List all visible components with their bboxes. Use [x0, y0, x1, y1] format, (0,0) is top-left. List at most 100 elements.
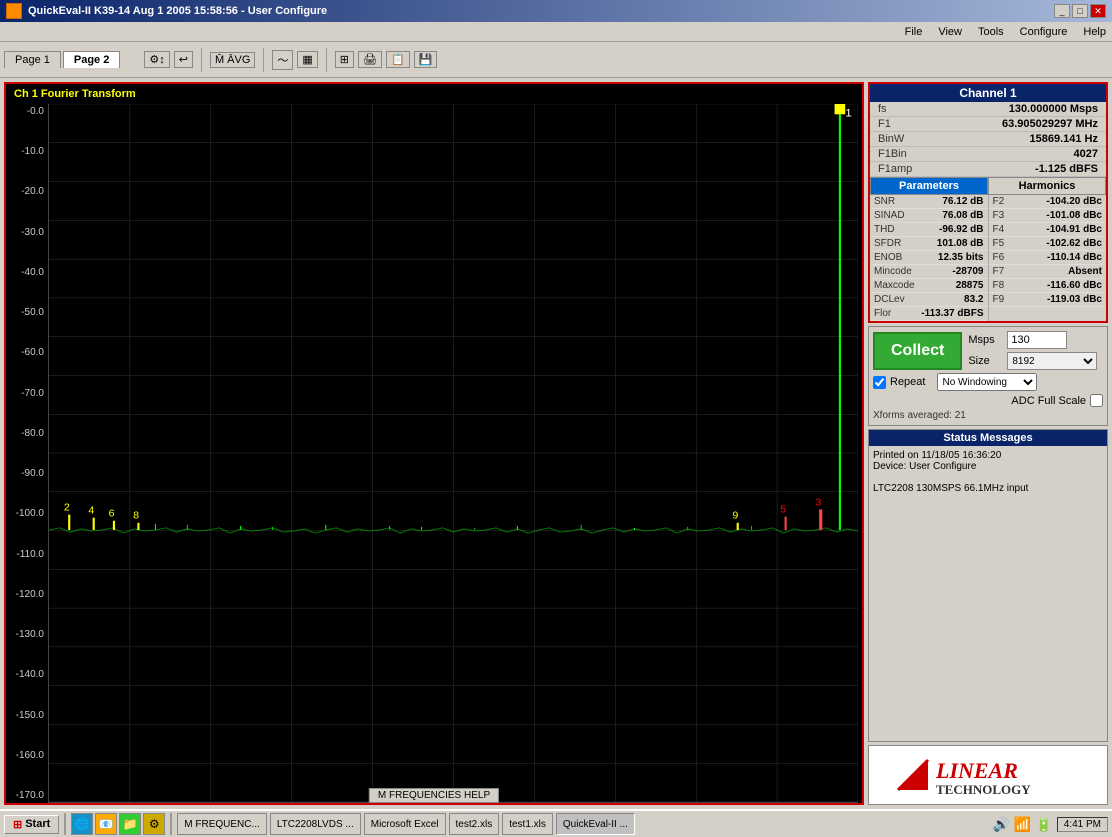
taskbar-btn-quickeval[interactable]: QuickEval-II ...	[556, 813, 635, 835]
settings-icon[interactable]: ⚙	[143, 813, 165, 835]
menu-view[interactable]: View	[938, 26, 962, 38]
menu-file[interactable]: File	[905, 26, 923, 38]
svg-text:6: 6	[109, 509, 115, 520]
svg-text:5: 5	[780, 505, 786, 516]
minimize-button[interactable]: _	[1054, 4, 1070, 18]
param-sinad: SINAD 76.08 dB	[870, 209, 988, 223]
toolbar-btn-2[interactable]: ↩	[174, 51, 193, 68]
repeat-label[interactable]: Repeat	[890, 376, 925, 388]
pname-snr: SNR	[874, 196, 895, 207]
toolbar-btn-print[interactable]: 🖨	[358, 51, 382, 68]
hval-f2: -104.20 dBc	[1046, 196, 1102, 207]
svg-text:1: 1	[845, 107, 852, 119]
hval-f5: -102.62 dBc	[1046, 238, 1102, 249]
windowing-select[interactable]: No Windowing Hanning Hamming Blackman	[937, 373, 1037, 391]
taskbar-btn-excel[interactable]: Microsoft Excel	[364, 813, 446, 835]
msps-row: Msps	[968, 331, 1097, 349]
hname-f8: F8	[993, 280, 1005, 291]
status-line-2	[873, 472, 1103, 483]
y-label-10: -100.0	[6, 508, 48, 519]
toolbar-btn-grid[interactable]: ⊞	[335, 51, 354, 68]
taskbar-btn-test2[interactable]: test2.xls	[449, 813, 500, 835]
y-label-6: -60.0	[6, 347, 48, 358]
collect-inputs: Msps Size 8192 4096 2048 1024	[968, 331, 1097, 370]
toolbar-sep-3	[326, 48, 327, 72]
pname-sfdr: SFDR	[874, 238, 901, 249]
hname-f4: F4	[993, 224, 1005, 235]
harm-f6: F6 -110.14 dBc	[989, 251, 1107, 265]
toolbar-btn-bar[interactable]: ▦	[297, 51, 317, 68]
status-header: Status Messages	[869, 430, 1107, 446]
channel-box: Channel 1 fs 130.000000 Msps F1 63.90502…	[868, 82, 1108, 323]
pval-flor: -113.37 dBFS	[921, 308, 983, 319]
maximize-button[interactable]: □	[1072, 4, 1088, 18]
toolbar-btn-copy[interactable]: 📋	[386, 51, 410, 68]
param-enob: ENOB 12.35 bits	[870, 251, 988, 265]
harm-f9: F9 -119.03 dBc	[989, 293, 1107, 307]
toolbar-btn-1[interactable]: ⚙↕	[144, 51, 169, 68]
size-row: Size 8192 4096 2048 1024	[968, 352, 1097, 370]
params-left: SNR 76.12 dB SINAD 76.08 dB THD -96.92 d…	[870, 195, 989, 321]
tab-parameters[interactable]: Parameters	[870, 177, 988, 195]
taskbar-sep	[64, 813, 66, 835]
value-binw: 15869.141 Hz	[1030, 133, 1099, 145]
y-label-3: -30.0	[6, 227, 48, 238]
pname-sinad: SINAD	[874, 210, 905, 221]
app-icon	[6, 3, 22, 19]
status-line-1: Device: User Configure	[873, 461, 1103, 472]
y-label-4: -40.0	[6, 267, 48, 278]
svg-text:8: 8	[133, 511, 139, 522]
start-button[interactable]: ⊞ Start	[4, 815, 59, 834]
taskbar-btn-ltc[interactable]: LTC2208LVDS ...	[270, 813, 361, 835]
label-f1amp: F1amp	[878, 163, 912, 175]
hname-f5: F5	[993, 238, 1005, 249]
toolbar-btn-avg[interactable]: M̄ ĀVG	[210, 52, 255, 68]
y-label-0: -0.0	[6, 106, 48, 117]
pval-thd: -96.92 dB	[939, 224, 983, 235]
label-binw: BinW	[878, 133, 904, 145]
menu-help[interactable]: Help	[1083, 26, 1106, 38]
param-snr: SNR 76.12 dB	[870, 195, 988, 209]
close-button[interactable]: ✕	[1090, 4, 1106, 18]
hval-f4: -104.91 dBc	[1046, 224, 1102, 235]
folder-icon[interactable]: 📁	[119, 813, 141, 835]
adc-row: ADC Full Scale	[873, 394, 1103, 407]
adc-checkbox[interactable]	[1090, 394, 1103, 407]
size-select[interactable]: 8192 4096 2048 1024	[1007, 352, 1097, 370]
pname-dclev: DCLev	[874, 294, 905, 305]
pval-sfdr: 101.08 dB	[937, 238, 984, 249]
collect-row-main: Collect Msps Size 8192 4096 2048 1024	[873, 331, 1103, 370]
tab-page1[interactable]: Page 1	[4, 51, 61, 68]
toolbar-btn-wave[interactable]: 〜	[272, 50, 293, 70]
param-maxcode: Maxcode 28875	[870, 279, 988, 293]
params-right: F2 -104.20 dBc F3 -101.08 dBc F4 -104.91…	[989, 195, 1107, 321]
hname-f9: F9	[993, 294, 1005, 305]
value-f1bin: 4027	[1074, 148, 1098, 160]
taskbar-test1-label: test1.xls	[509, 819, 546, 830]
taskbar-btn-mfreq[interactable]: M FREQUENC...	[177, 813, 267, 835]
toolbar-btn-save[interactable]: 💾	[414, 51, 438, 68]
taskbar-btn-test1[interactable]: test1.xls	[502, 813, 553, 835]
chart-svg: 1 2 4 6 8 3 5	[49, 104, 858, 802]
menu-configure[interactable]: Configure	[1020, 26, 1068, 38]
collect-button[interactable]: Collect	[873, 332, 962, 370]
channel-row-f1bin: F1Bin 4027	[870, 147, 1106, 162]
window-title: QuickEval-II K39-14 Aug 1 2005 15:58:56 …	[28, 5, 327, 17]
taskbar-sep2	[170, 813, 172, 835]
param-thd: THD -96.92 dB	[870, 223, 988, 237]
repeat-checkbox[interactable]	[873, 376, 886, 389]
svg-text:3: 3	[815, 497, 821, 508]
value-f1amp: -1.125 dBFS	[1035, 163, 1098, 175]
msps-input[interactable]	[1007, 331, 1067, 349]
y-label-5: -50.0	[6, 307, 48, 318]
harm-f5: F5 -102.62 dBc	[989, 237, 1107, 251]
channel-row-f1amp: F1amp -1.125 dBFS	[870, 162, 1106, 177]
pval-dclev: 83.2	[964, 294, 983, 305]
menu-tools[interactable]: Tools	[978, 26, 1004, 38]
email-icon[interactable]: 📧	[95, 813, 117, 835]
tab-harmonics[interactable]: Harmonics	[988, 177, 1106, 195]
tab-page2[interactable]: Page 2	[63, 51, 120, 68]
ie-icon[interactable]: 🌐	[71, 813, 93, 835]
tab-container: Page 1 Page 2	[4, 51, 120, 68]
svg-text:4: 4	[88, 506, 94, 517]
